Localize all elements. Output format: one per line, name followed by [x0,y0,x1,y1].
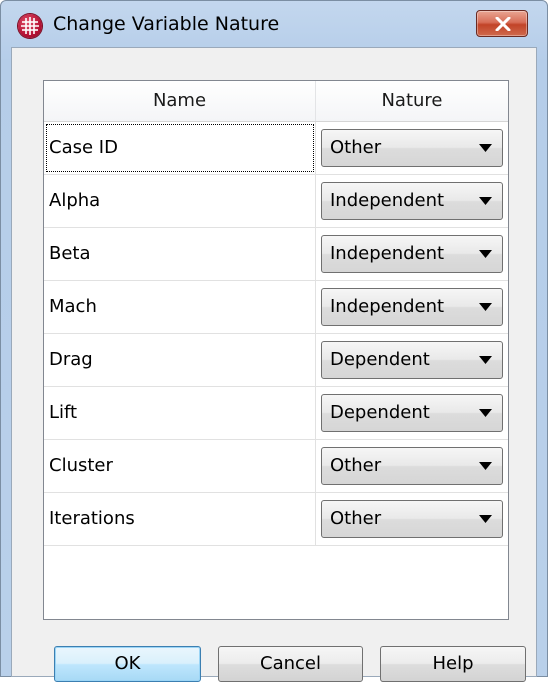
nature-dropdown[interactable]: Dependent [321,341,503,379]
table-row: Case ID Other [44,122,508,175]
column-header-name[interactable]: Name [44,81,316,121]
nature-dropdown-value: Other [330,137,382,158]
variable-name-cell[interactable]: Alpha [44,175,316,227]
nature-dropdown-value: Dependent [330,349,430,370]
table-row: Lift Dependent [44,387,508,440]
nature-cell: Other [316,493,508,545]
table-row: Alpha Independent [44,175,508,228]
nature-cell: Independent [316,228,508,280]
variables-table: Name Nature Case ID Other Alpha Independ… [43,80,509,620]
chevron-down-icon [479,409,492,417]
nature-dropdown[interactable]: Other [321,129,503,167]
grid-globe-icon [18,14,42,38]
table-row: Beta Independent [44,228,508,281]
variable-name-cell[interactable]: Mach [44,281,316,333]
nature-dropdown-value: Independent [330,190,445,211]
nature-dropdown-value: Other [330,508,382,529]
chevron-down-icon [479,250,492,258]
variable-name-cell[interactable]: Case ID [44,122,316,174]
variable-name-cell[interactable]: Cluster [44,440,316,492]
dialog-client-area: Name Nature Case ID Other Alpha Independ… [11,47,537,682]
chevron-down-icon [479,303,492,311]
table-row: Drag Dependent [44,334,508,387]
table-header: Name Nature [44,81,508,122]
window-title: Change Variable Nature [53,13,280,35]
nature-dropdown[interactable]: Other [321,500,503,538]
nature-dropdown-value: Independent [330,243,445,264]
column-header-nature[interactable]: Nature [316,81,508,121]
dialog-window: Change Variable Nature Name Nature Case … [0,0,548,682]
nature-dropdown[interactable]: Dependent [321,394,503,432]
chevron-down-icon [479,197,492,205]
chevron-down-icon [479,515,492,523]
nature-dropdown[interactable]: Independent [321,288,503,326]
nature-cell: Dependent [316,334,508,386]
variable-name-cell[interactable]: Iterations [44,493,316,545]
chevron-down-icon [479,356,492,364]
nature-dropdown[interactable]: Independent [321,182,503,220]
close-x-icon [495,17,511,31]
nature-dropdown-value: Other [330,455,382,476]
table-row: Mach Independent [44,281,508,334]
nature-cell: Dependent [316,387,508,439]
nature-dropdown-value: Independent [330,296,445,317]
table-row: Cluster Other [44,440,508,493]
table-row: Iterations Other [44,493,508,546]
nature-cell: Independent [316,175,508,227]
nature-cell: Other [316,122,508,174]
nature-cell: Other [316,440,508,492]
chevron-down-icon [479,144,492,152]
title-bar[interactable]: Change Variable Nature [1,1,547,47]
nature-dropdown-value: Dependent [330,402,430,423]
variable-name-cell[interactable]: Drag [44,334,316,386]
nature-dropdown[interactable]: Independent [321,235,503,273]
nature-cell: Independent [316,281,508,333]
variable-name-cell[interactable]: Beta [44,228,316,280]
close-button[interactable] [476,10,528,37]
variable-name-cell[interactable]: Lift [44,387,316,439]
nature-dropdown[interactable]: Other [321,447,503,485]
chevron-down-icon [479,462,492,470]
